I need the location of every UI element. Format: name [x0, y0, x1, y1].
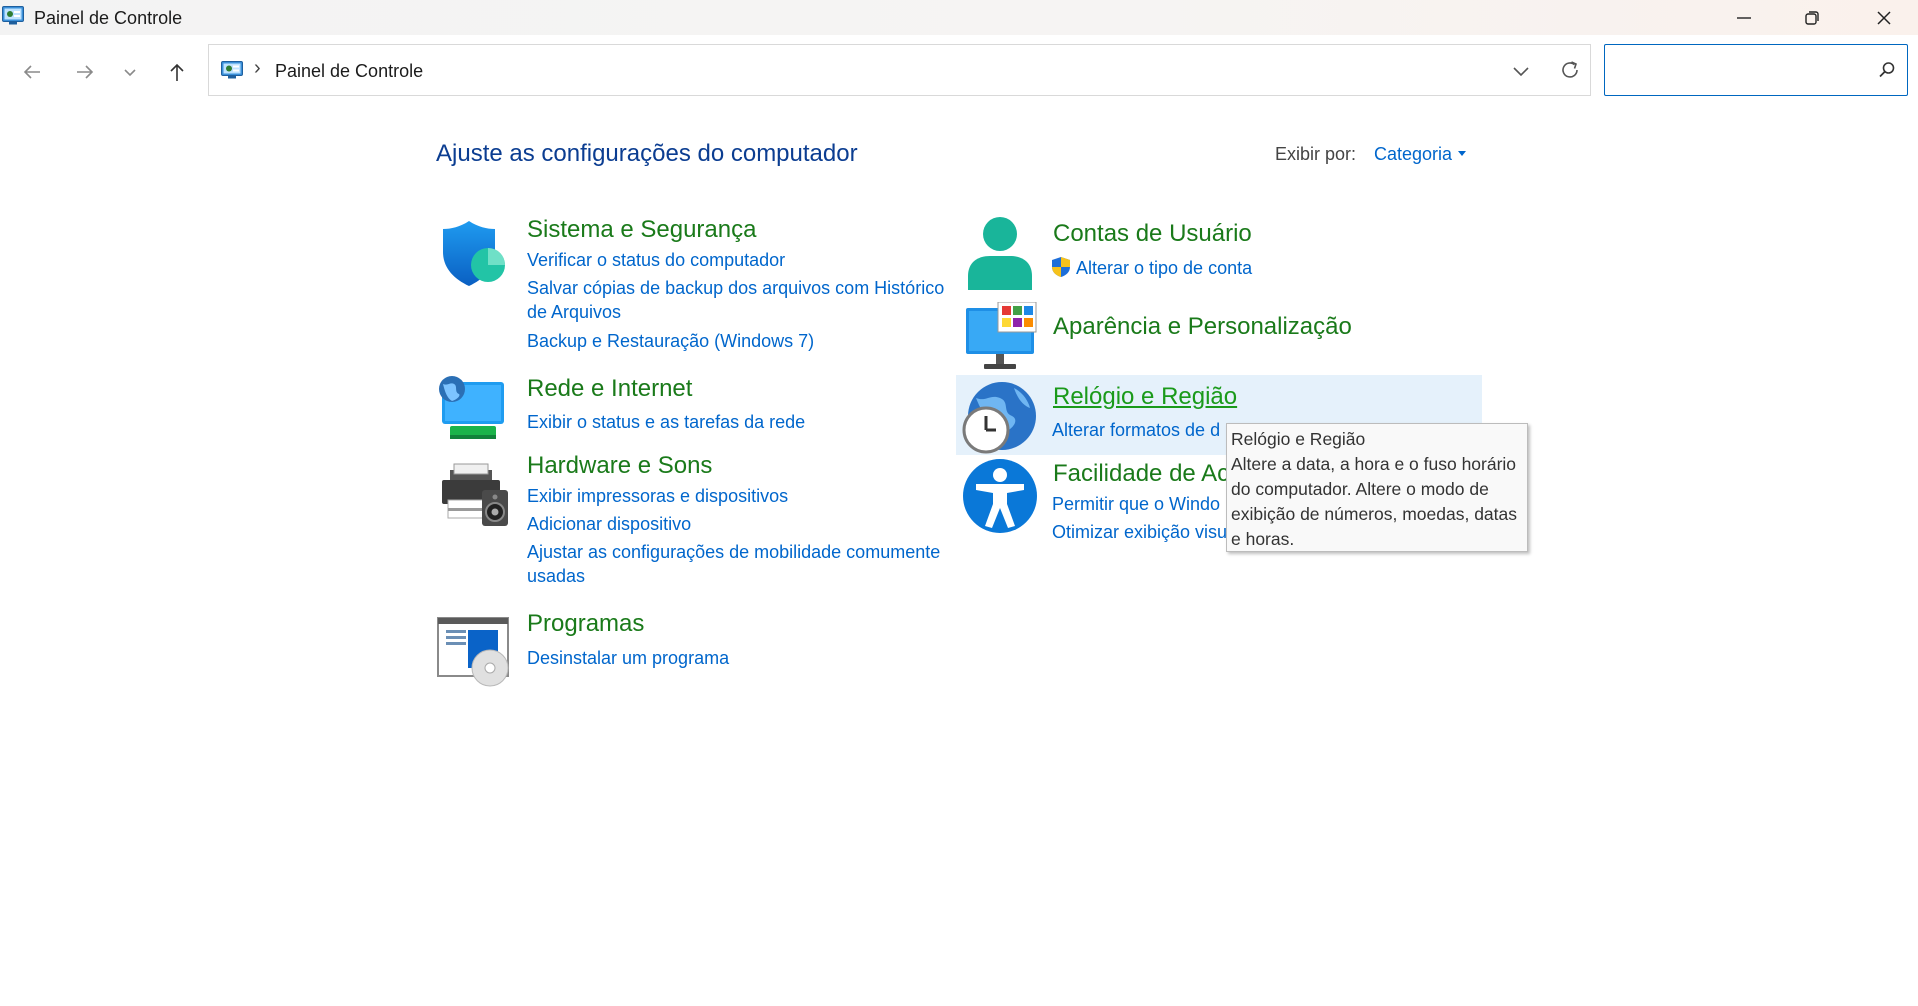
category-title-user-accounts[interactable]: Contas de Usuário — [1053, 220, 1252, 248]
close-button[interactable] — [1850, 0, 1918, 35]
tooltip-title: Relógio e Região — [1231, 429, 1366, 449]
user-icon[interactable] — [962, 216, 1038, 292]
uac-shield-icon — [1052, 257, 1070, 277]
breadcrumb-control-panel[interactable]: Painel de Controle — [275, 61, 423, 82]
link-check-computer-status[interactable]: Verificar o status do computador — [527, 248, 785, 272]
category-title-network-internet[interactable]: Rede e Internet — [527, 375, 692, 403]
link-add-device[interactable]: Adicionar dispositivo — [527, 512, 691, 536]
restore-button[interactable] — [1778, 0, 1846, 35]
link-file-history-backup[interactable]: Salvar cópias de backup dos arquivos com… — [527, 276, 947, 324]
category-title-system-security[interactable]: Sistema e Segurança — [527, 216, 756, 244]
category-title-programs[interactable]: Programas — [527, 610, 644, 638]
search-icon[interactable] — [1877, 60, 1897, 80]
refresh-icon[interactable] — [1557, 57, 1583, 83]
address-bar[interactable]: › Painel de Controle — [208, 44, 1591, 96]
arrow-up-icon — [170, 63, 184, 81]
title-bar: Painel de Controle — [0, 0, 1918, 35]
minimize-button[interactable] — [1710, 0, 1778, 35]
minimize-icon — [1737, 16, 1751, 19]
link-devices-printers[interactable]: Exibir impressoras e dispositivos — [527, 484, 788, 508]
breadcrumb-separator-icon[interactable]: › — [254, 57, 261, 80]
tooltip: Relógio e Região Altere a data, a hora e… — [1226, 423, 1528, 552]
view-by-label: Exibir por: — [1275, 144, 1357, 164]
shield-icon[interactable] — [436, 216, 512, 292]
category-title-ease-of-access[interactable]: Facilidade de Ac — [1053, 460, 1229, 488]
back-button[interactable] — [16, 56, 48, 88]
link-backup-restore[interactable]: Backup e Restauração (Windows 7) — [527, 329, 814, 353]
category-title-hardware-sound[interactable]: Hardware e Sons — [527, 452, 712, 480]
link-mobility-settings[interactable]: Ajustar as configurações de mobilidade c… — [527, 540, 947, 588]
window-title: Painel de Controle — [34, 8, 183, 28]
up-button[interactable] — [161, 56, 193, 88]
globe-clock-icon[interactable] — [962, 378, 1038, 454]
search-box[interactable] — [1604, 44, 1908, 96]
link-windows-suggest-settings[interactable]: Permitir que o Windo — [1052, 492, 1220, 516]
page-title: Ajuste as configurações do computador — [436, 140, 858, 167]
close-icon — [1877, 10, 1891, 25]
caret-down-icon[interactable] — [1458, 151, 1466, 156]
arrow-left-icon — [23, 65, 40, 79]
control-panel-icon — [2, 6, 24, 25]
forward-button[interactable] — [69, 56, 101, 88]
link-change-account-type[interactable]: Alterar o tipo de conta — [1076, 256, 1252, 280]
address-dropdown-icon[interactable] — [1509, 59, 1533, 83]
printer-speaker-icon[interactable] — [436, 460, 512, 536]
link-uninstall-program[interactable]: Desinstalar um programa — [527, 646, 729, 670]
restore-icon — [1805, 10, 1819, 25]
network-globe-icon[interactable] — [436, 372, 512, 448]
recent-locations-button[interactable] — [114, 56, 146, 88]
link-change-formats[interactable]: Alterar formatos de d — [1052, 418, 1220, 442]
monitor-colors-icon[interactable] — [962, 302, 1038, 378]
chevron-down-icon — [124, 69, 136, 77]
view-by-dropdown[interactable]: Categoria — [1374, 144, 1452, 165]
tooltip-text: Altere a data, a hora e o fuso horário d… — [1231, 454, 1517, 549]
category-title-clock-region[interactable]: Relógio e Região — [1053, 383, 1237, 411]
accessibility-icon[interactable] — [962, 458, 1038, 534]
category-title-appearance[interactable]: Aparência e Personalização — [1053, 313, 1352, 341]
control-panel-icon — [221, 61, 243, 79]
link-optimize-visual-display[interactable]: Otimizar exibição visu — [1052, 520, 1227, 544]
arrow-right-icon — [77, 65, 94, 79]
link-network-status[interactable]: Exibir o status e as tarefas da rede — [527, 410, 805, 434]
programs-disc-icon[interactable] — [436, 614, 512, 690]
search-input[interactable] — [1611, 51, 1871, 89]
